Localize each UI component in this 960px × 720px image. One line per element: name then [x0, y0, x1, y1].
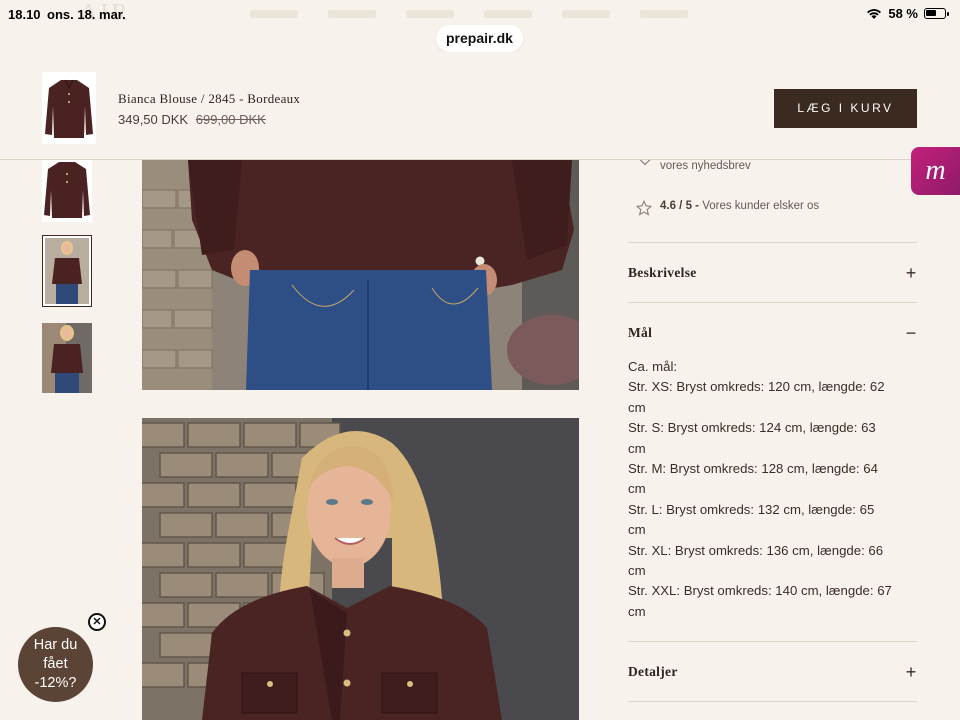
accordion-measurements[interactable]: Mål − [628, 302, 917, 362]
measurements-text: Ca. mål: Str. XS: Bryst omkreds: 120 cm,… [628, 357, 917, 622]
plus-icon[interactable]: + [905, 663, 917, 681]
product-photo-torso [142, 160, 579, 390]
close-icon[interactable]: ✕ [88, 613, 106, 631]
thumbnail-model[interactable] [42, 323, 92, 393]
add-to-cart-button[interactable]: LÆG I KURV [774, 89, 917, 128]
thumbnail-flatlay[interactable] [42, 160, 92, 222]
loyalty-badge[interactable]: m [911, 147, 960, 195]
status-right-group: 58 % [866, 6, 949, 21]
perk-rating-text: 4.6 / 5 - Vores kunder elsker os [660, 200, 819, 216]
sticky-product-thumbnail [42, 72, 96, 144]
measurement-line: Str. XXL: Bryst omkreds: 140 cm, længde:… [628, 583, 892, 599]
discount-line-3: -12%? [34, 675, 77, 691]
rating-caption: Vores kunder elsker os [702, 200, 820, 212]
sticky-product-header: Bianca Blouse / 2845 - Bordeaux 349,50 D… [0, 52, 960, 160]
minus-icon[interactable]: − [905, 324, 917, 342]
wifi-icon [867, 8, 882, 19]
rating-value: 4.6 / 5 - [660, 200, 699, 212]
product-photo-portrait [142, 418, 579, 720]
measurement-line: Str. M: Bryst omkreds: 128 cm, længde: 6… [628, 461, 878, 477]
perk-rating: 4.6 / 5 - Vores kunder elsker os [636, 200, 819, 216]
battery-fill [926, 10, 936, 16]
discount-line-1: Har du [33, 637, 78, 653]
accordion-description[interactable]: Beskrivelse + [628, 242, 917, 302]
product-title: Bianca Blouse / 2845 - Bordeaux [118, 91, 301, 106]
measurement-line: Str. XS: Bryst omkreds: 120 cm, længde: … [628, 379, 885, 395]
measurement-line: cm [628, 603, 646, 619]
discount-popup[interactable]: Har du fået -12%? [18, 627, 93, 702]
measurement-line: Ca. mål: [628, 359, 678, 374]
accordion-details-title: Detaljer [628, 663, 678, 679]
thumbnail-model-selected[interactable] [42, 235, 92, 307]
measurement-line: cm [628, 522, 646, 538]
measurement-line: cm [628, 399, 646, 415]
price-row: 349,50 DKK 699,00 DKK [118, 112, 266, 127]
battery-icon [924, 8, 949, 19]
discount-line-2: fået [43, 656, 68, 672]
accordion-description-title: Beskrivelse [628, 264, 697, 280]
url-bar[interactable]: prepair.dk [436, 25, 523, 52]
accordion-measurements-title: Mål [628, 324, 653, 340]
status-bar: AIR 18.10 ons. 18. mar. 58 % prepair.dk [0, 0, 960, 52]
sale-price: 349,50 DKK [118, 112, 189, 127]
battery-percent: 58 % [888, 6, 918, 21]
accordion-divider [628, 701, 917, 720]
accordion-details[interactable]: Detaljer + [628, 641, 917, 701]
plus-icon[interactable]: + [905, 264, 917, 282]
star-icon [636, 200, 652, 216]
measurement-line: Str. S: Bryst omkreds: 124 cm, længde: 6… [628, 420, 876, 436]
faded-site-nav [250, 10, 688, 18]
status-time: 18.10 [8, 7, 41, 22]
measurement-line: cm [628, 563, 646, 579]
measurement-line: cm [628, 440, 646, 456]
status-date: ons. 18. mar. [47, 7, 126, 22]
measurement-line: cm [628, 481, 646, 497]
measurement-line: Str. XL: Bryst omkreds: 136 cm, længde: … [628, 542, 884, 558]
measurement-line: Str. L: Bryst omkreds: 132 cm, længde: 6… [628, 501, 875, 517]
original-price: 699,00 DKK [195, 112, 266, 127]
